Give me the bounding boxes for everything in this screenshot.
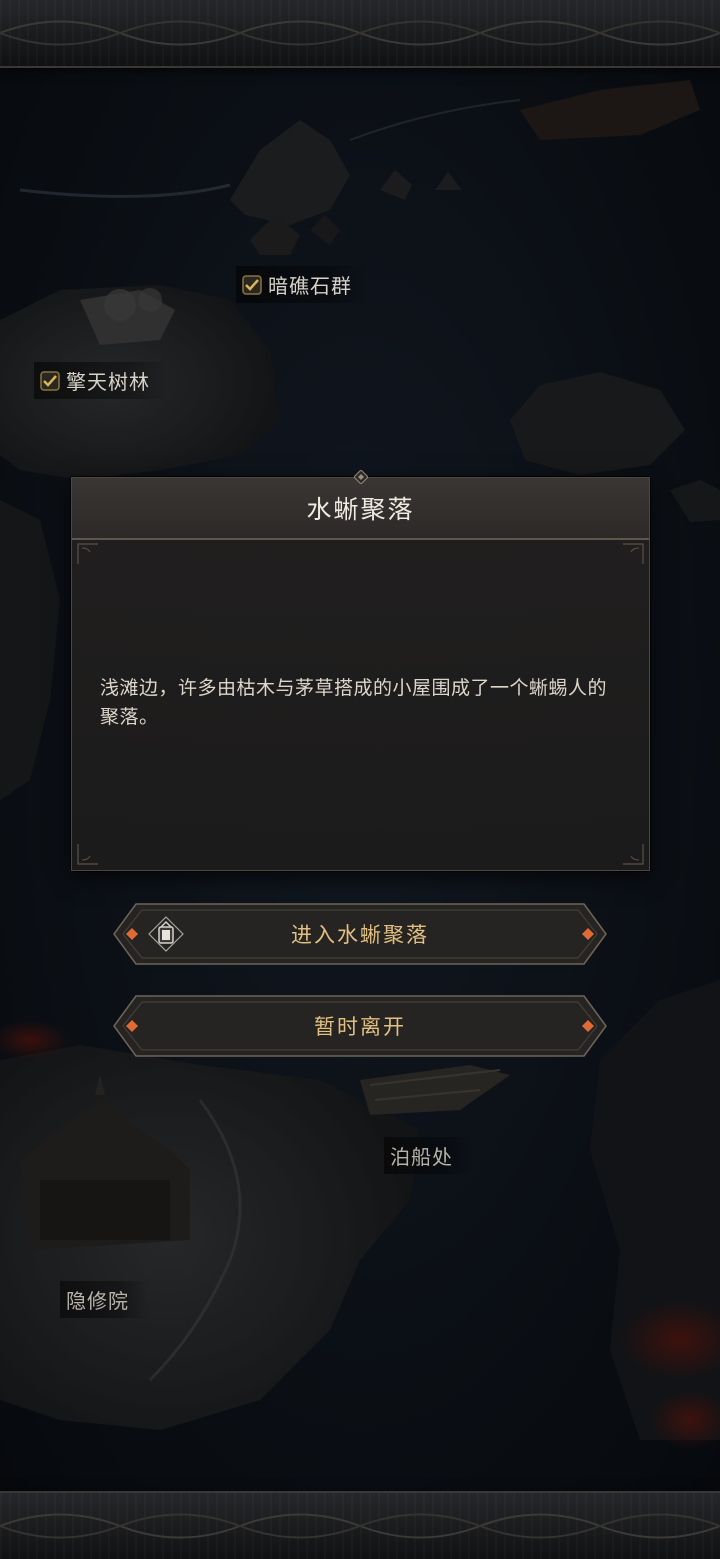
corner-ornament-icon (623, 543, 644, 564)
corner-ornament-icon (623, 844, 644, 865)
corner-ornament-icon (77, 844, 98, 865)
map-location-reef[interactable]: 暗礁石群 (236, 266, 370, 303)
corner-ornament-icon (77, 543, 98, 564)
lantern-icon (148, 916, 184, 952)
check-icon (242, 274, 262, 295)
leave-button-label: 暂时离开 (314, 1015, 406, 1039)
location-label: 暗礁石群 (268, 274, 352, 298)
map-location-dock[interactable]: 泊船处 (384, 1137, 471, 1174)
check-icon (40, 370, 60, 391)
top-ornate-frame (0, 0, 720, 68)
leave-button[interactable]: 暂时离开 (112, 994, 608, 1058)
enter-settlement-button[interactable]: 进入水蜥聚落 (112, 902, 608, 966)
dialog-title: 水蜥聚落 (306, 495, 415, 524)
location-label: 隐修院 (66, 1289, 129, 1313)
enter-button-label: 进入水蜥聚落 (291, 923, 429, 947)
map-location-monastery[interactable]: 隐修院 (60, 1281, 147, 1318)
bottom-ornate-frame (0, 1491, 720, 1559)
diamond-ornament-icon (354, 470, 368, 484)
location-dialog: 水蜥聚落 浅滩边，许多由枯木与茅草搭成的小屋围成了一个蜥蜴人的聚落。 (71, 470, 650, 871)
location-label: 擎天树林 (66, 370, 150, 394)
dialog-description: 浅滩边，许多由枯木与茅草搭成的小屋围成了一个蜥蜴人的聚落。 (100, 677, 608, 728)
map-location-forest[interactable]: 擎天树林 (34, 362, 168, 399)
dialog-header: 水蜥聚落 (72, 478, 649, 540)
location-label: 泊船处 (390, 1145, 453, 1169)
